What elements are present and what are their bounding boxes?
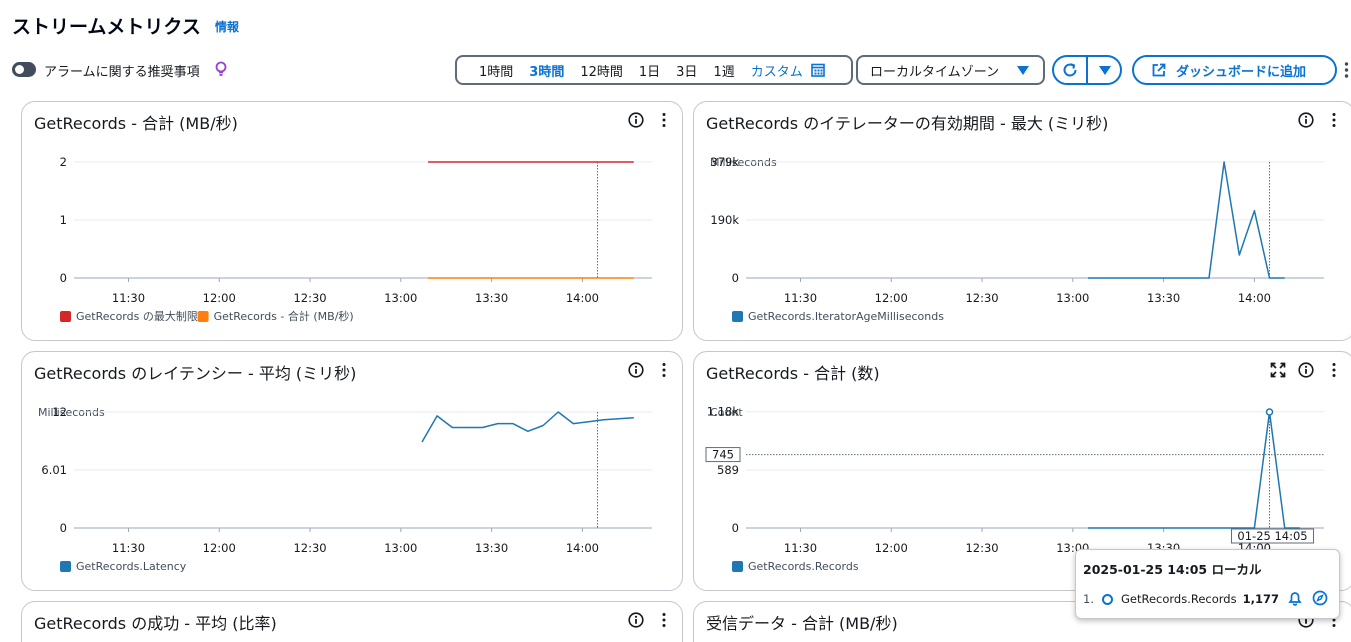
metric-panel: GetRecords のレイテンシー - 平均 (ミリ秒) Millisecon… bbox=[21, 351, 683, 591]
x-tick-label: 12:30 bbox=[293, 291, 326, 305]
range-custom[interactable]: カスタム bbox=[751, 61, 803, 80]
panel-title: 受信データ - 合計 (MB/秒) bbox=[706, 614, 898, 633]
x-tick-label: 13:30 bbox=[475, 291, 508, 305]
y-tick-label: 2 bbox=[60, 155, 67, 169]
y-tick-label: 190k bbox=[710, 213, 739, 227]
chart-getrecords-bytes: 0 1 2 11:30 12:00 12:30 13:00 13:30 14:00 GetReco… bbox=[60, 155, 652, 323]
y-tick-label: 0 bbox=[732, 521, 739, 535]
refresh-icon bbox=[1063, 63, 1077, 77]
x-tick-label: 12:30 bbox=[965, 541, 998, 555]
y-tick-label: 379k bbox=[710, 155, 739, 169]
x-tick-label: 12:30 bbox=[965, 291, 998, 305]
refresh-button[interactable] bbox=[1054, 57, 1088, 83]
x-tick-label: 13:00 bbox=[1056, 291, 1089, 305]
external-link-icon bbox=[1152, 63, 1166, 77]
x-tick-label: 14:00 bbox=[1238, 291, 1271, 305]
x-tick-label: 11:30 bbox=[784, 291, 817, 305]
legend-label[interactable]: GetRecords.Records bbox=[748, 560, 859, 573]
x-tick-label: 13:00 bbox=[384, 291, 417, 305]
add-to-dashboard-label: ダッシュボードに追加 bbox=[1176, 64, 1307, 80]
hover-y-label: 745 bbox=[712, 448, 734, 462]
series-line[interactable] bbox=[421, 411, 634, 443]
tooltip-row: 1. GetRecords.Records 1,177 bbox=[1083, 592, 1279, 606]
add-to-dashboard-button[interactable]: ダッシュボードに追加 bbox=[1132, 55, 1337, 85]
legend-swatch[interactable] bbox=[60, 311, 71, 322]
hover-x-label: 01-25 14:05 bbox=[1237, 529, 1307, 543]
y-tick-label: 0 bbox=[60, 271, 67, 285]
panel-title: GetRecords の成功 - 平均 (比率) bbox=[34, 614, 277, 633]
caret-down-icon bbox=[1099, 65, 1111, 75]
tooltip-series-name: GetRecords.Records bbox=[1120, 592, 1237, 606]
metric-panel: GetRecords - 合計 (MB/秒) 0 1 2 11:30 12:00 12:3… bbox=[21, 101, 683, 341]
metric-panel: GetRecords のイテレーターの有効期間 - 最大 (ミリ秒) Milli… bbox=[693, 101, 1351, 341]
legend-label[interactable]: GetRecords.Latency bbox=[76, 560, 187, 573]
x-tick-label: 12:00 bbox=[875, 291, 908, 305]
x-tick-label: 12:00 bbox=[203, 291, 236, 305]
legend-swatch[interactable] bbox=[60, 561, 71, 572]
x-tick-label: 12:00 bbox=[875, 541, 908, 555]
range-1d[interactable]: 1日 bbox=[639, 61, 660, 80]
calendar-icon[interactable] bbox=[810, 63, 825, 77]
datapoint-tooltip: 2025-01-25 14:05 ローカル 1. GetRecords.Reco… bbox=[1075, 549, 1340, 619]
alarm-recommendation-label: アラームに関する推奨事項 bbox=[44, 65, 200, 80]
info-link[interactable]: 情報 bbox=[215, 18, 239, 35]
bell-icon[interactable] bbox=[1287, 590, 1303, 606]
tooltip-value: 1,177 bbox=[1242, 592, 1279, 606]
time-range-selector: 1時間 3時間 12時間 1日 3日 1週 カスタム bbox=[455, 55, 853, 85]
chart-iterator-age: Milliseconds0190k379k11:30 12:00 12:30 13:0… bbox=[710, 155, 1324, 323]
timezone-value: ローカルタイムゾーン bbox=[870, 64, 1000, 80]
x-tick-label: 14:00 bbox=[566, 541, 599, 555]
hovered-datapoint[interactable] bbox=[1265, 408, 1274, 416]
y-tick-label: 12 bbox=[52, 405, 67, 419]
y-tick-label: 6.01 bbox=[41, 463, 67, 477]
y-tick-label: 0 bbox=[732, 271, 739, 285]
range-3d[interactable]: 3日 bbox=[676, 61, 697, 80]
tooltip-title: 2025-01-25 14:05 ローカル bbox=[1083, 562, 1262, 577]
tooltip-row-index: 1. bbox=[1083, 592, 1094, 606]
x-tick-label: 13:00 bbox=[384, 541, 417, 555]
info-icon[interactable] bbox=[628, 612, 644, 628]
legend-swatch[interactable] bbox=[732, 311, 743, 322]
x-tick-label: 12:00 bbox=[203, 541, 236, 555]
range-3h[interactable]: 3時間 bbox=[529, 61, 564, 80]
more-options-icon[interactable] bbox=[1344, 61, 1349, 79]
series-marker-icon bbox=[1101, 593, 1113, 605]
legend-label[interactable]: GetRecords の最大制限 bbox=[76, 309, 198, 323]
y-tick-label: 1 bbox=[60, 213, 67, 227]
page-title: ストリームメトリクス bbox=[12, 16, 201, 38]
metric-panel: GetRecords の成功 - 平均 (比率) bbox=[21, 601, 683, 642]
x-tick-label: 14:00 bbox=[566, 291, 599, 305]
legend-label[interactable]: GetRecords - 合計 (MB/秒) bbox=[214, 309, 354, 323]
timezone-select[interactable]: ローカルタイムゾーン bbox=[856, 55, 1045, 85]
alarm-recommendation-toggle[interactable] bbox=[12, 62, 36, 77]
y-tick-label: 1.18k bbox=[707, 405, 740, 419]
x-tick-label: 11:30 bbox=[784, 541, 817, 555]
refresh-split-button bbox=[1052, 55, 1122, 85]
range-1w[interactable]: 1週 bbox=[713, 61, 734, 80]
x-tick-label: 12:30 bbox=[293, 541, 326, 555]
legend-swatch[interactable] bbox=[197, 311, 209, 322]
chart-latency: Milliseconds06.011211:30 12:00 12:30 13:00 1… bbox=[38, 405, 652, 573]
x-tick-label: 13:30 bbox=[475, 541, 508, 555]
y-tick-label: 589 bbox=[717, 463, 739, 477]
y-tick-label: 0 bbox=[60, 521, 67, 535]
caret-down-icon bbox=[1017, 66, 1029, 75]
range-12h[interactable]: 12時間 bbox=[580, 61, 623, 80]
range-1h[interactable]: 1時間 bbox=[479, 61, 513, 80]
compass-icon[interactable] bbox=[1312, 590, 1328, 606]
refresh-interval-dropdown[interactable] bbox=[1088, 57, 1122, 83]
more-options-icon[interactable] bbox=[656, 612, 672, 628]
legend-swatch[interactable] bbox=[732, 561, 743, 572]
x-tick-label: 11:30 bbox=[112, 291, 145, 305]
x-tick-label: 11:30 bbox=[112, 541, 145, 555]
lightbulb-icon bbox=[215, 61, 227, 76]
x-tick-label: 13:30 bbox=[1147, 291, 1180, 305]
legend-label[interactable]: GetRecords.IteratorAgeMilliseconds bbox=[748, 310, 944, 323]
